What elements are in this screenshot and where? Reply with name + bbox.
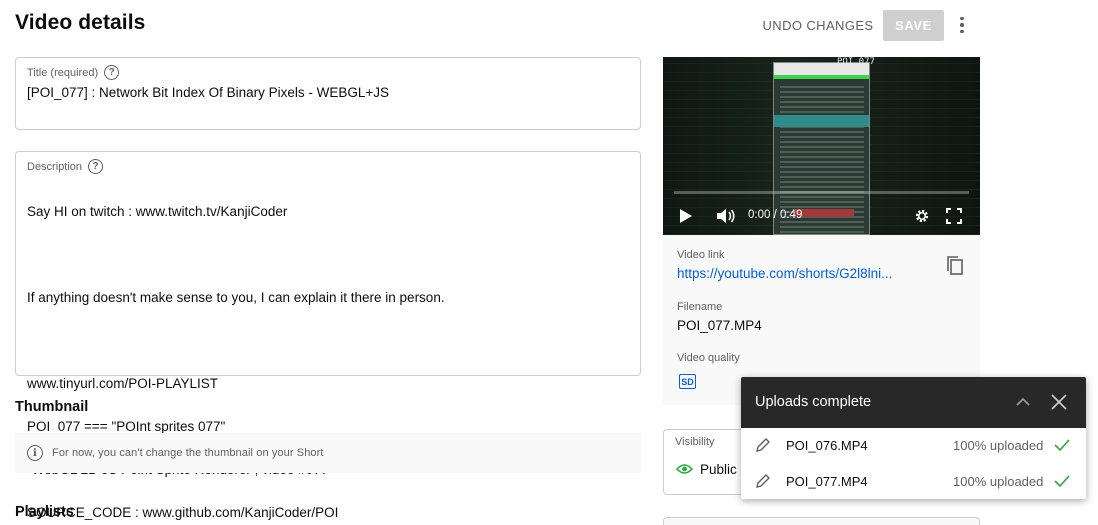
filename-value: POI_077.MP4 <box>677 318 762 333</box>
fullscreen-icon[interactable] <box>946 208 962 224</box>
description-field[interactable]: Description ? Say HI on twitch : www.twi… <box>15 151 641 520</box>
upload-row: POI_076.MP4 100% uploaded <box>741 428 1086 464</box>
thumbnail-note-text: For now, you can't change the thumbnail … <box>52 447 324 459</box>
description-line: If anything doesn't make sense to you, I… <box>27 289 445 305</box>
upload-row: POI_077.MP4 100% uploaded <box>741 464 1086 499</box>
description-line: Say HI on twitch : www.twitch.tv/KanjiCo… <box>27 203 288 219</box>
video-quality-label: Video quality <box>677 352 740 364</box>
pencil-icon[interactable] <box>755 473 771 489</box>
description-line: www.tinyurl.com/POI-PLAYLIST <box>27 375 219 391</box>
description-field-label: Description ? <box>27 159 104 174</box>
save-button[interactable]: SAVE <box>883 10 944 41</box>
thumbnail-heading: Thumbnail <box>15 399 89 415</box>
pencil-icon[interactable] <box>755 437 771 453</box>
visibility-value: Public <box>700 462 737 477</box>
help-icon[interactable]: ? <box>104 65 120 80</box>
description-label-text: Description <box>27 160 83 173</box>
copy-icon[interactable] <box>946 256 964 276</box>
page-title: Video details <box>15 11 146 34</box>
uploads-toast-title: Uploads complete <box>755 394 872 410</box>
upload-filename: POI_076.MP4 <box>786 438 868 453</box>
chevron-up-icon[interactable] <box>1014 393 1032 411</box>
filename-label: Filename <box>677 301 723 313</box>
upload-filename: POI_077.MP4 <box>786 474 868 489</box>
volume-icon[interactable] <box>716 208 736 224</box>
video-time: 0:00 / 0:49 <box>748 209 803 221</box>
check-icon <box>1054 475 1070 488</box>
description-line <box>27 330 445 352</box>
title-input[interactable]: [POI_077] : Network Bit Index Of Binary … <box>27 85 389 100</box>
upload-status: 100% uploaded <box>953 438 1044 453</box>
upload-status: 100% uploaded <box>953 474 1044 489</box>
sd-quality-icon: SD <box>679 374 696 389</box>
title-field[interactable]: Title (required) ? [POI_077] : Network B… <box>15 57 641 130</box>
video-overlay-title: POI_077 <box>837 57 875 67</box>
playlists-heading: Playlists <box>15 504 74 520</box>
check-icon <box>1054 439 1070 452</box>
video-link[interactable]: https://youtube.com/shorts/G2l8lni... <box>677 266 892 281</box>
uploads-toast-header: Uploads complete <box>741 377 1086 428</box>
video-progress-bar[interactable] <box>674 191 969 194</box>
info-icon: i <box>27 445 43 461</box>
next-section-box <box>663 517 980 525</box>
eye-icon <box>676 464 693 474</box>
visibility-label: Visibility <box>675 436 715 448</box>
title-label-text: Title (required) <box>27 66 99 79</box>
description-line: SOURCE_CODE : www.github.com/KanjiCoder/… <box>27 504 339 520</box>
close-icon[interactable] <box>1050 393 1068 411</box>
uploads-toast: Uploads complete POI_076.MP4 100% upload… <box>741 377 1086 499</box>
video-player[interactable]: POI_077 0:00 / 0:49 <box>663 57 980 235</box>
play-icon[interactable] <box>680 209 692 223</box>
undo-changes-button[interactable]: UNDO CHANGES <box>762 11 874 39</box>
more-vert-icon[interactable] <box>950 12 974 38</box>
thumbnail-note: i For now, you can't change the thumbnai… <box>15 433 641 473</box>
title-field-label: Title (required) ? <box>27 65 120 80</box>
help-icon[interactable]: ? <box>88 159 104 174</box>
video-link-label: Video link <box>677 249 725 261</box>
description-input[interactable]: Say HI on twitch : www.twitch.tv/KanjiCo… <box>27 179 445 525</box>
description-line <box>27 244 445 266</box>
settings-gear-icon[interactable] <box>914 208 930 224</box>
